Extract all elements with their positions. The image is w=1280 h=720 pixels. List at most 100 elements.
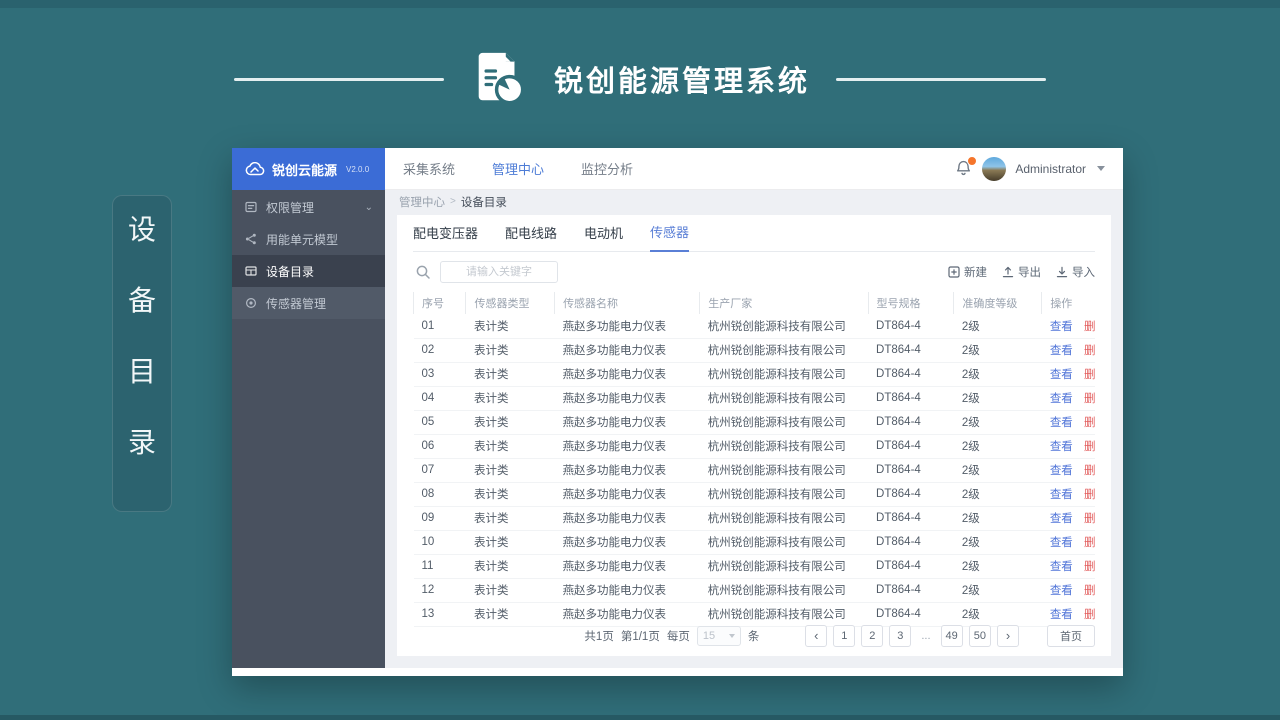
delete-link[interactable]: 删除: [1084, 369, 1095, 381]
sidebar-item-sensor-management[interactable]: 传感器管理: [232, 287, 385, 319]
delete-link[interactable]: 删除: [1084, 561, 1095, 573]
cell-sensor-name: 燕赵多功能电力仪表: [554, 554, 700, 579]
cell-manufacturer: 杭州锐创能源科技有限公司: [699, 386, 869, 411]
nav-item-management-center[interactable]: 管理中心: [492, 159, 544, 178]
cell-model: DT864-4: [868, 410, 954, 435]
banner-right-line: [836, 77, 1046, 81]
tab-distribution-transformer[interactable]: 配电变压器: [413, 223, 478, 251]
view-link[interactable]: 查看: [1050, 369, 1073, 381]
cell-model: DT864-4: [868, 338, 954, 363]
cell-actions: 查看 删除: [1041, 482, 1095, 507]
sidebar-item-energy-unit-model[interactable]: 用能单元模型: [232, 223, 385, 255]
user-caret-down-icon[interactable]: [1097, 166, 1105, 171]
cell-sensor-name: 燕赵多功能电力仪表: [554, 434, 700, 459]
notification-bell-icon[interactable]: [955, 155, 978, 178]
view-link[interactable]: 查看: [1050, 441, 1073, 453]
cell-manufacturer: 杭州锐创能源科技有限公司: [699, 554, 869, 579]
first-page-button[interactable]: 首页: [1047, 625, 1095, 647]
view-link[interactable]: 查看: [1050, 345, 1073, 357]
cell-model: DT864-4: [868, 314, 954, 339]
next-page-button[interactable]: ›: [997, 625, 1019, 647]
delete-link[interactable]: 删除: [1084, 513, 1095, 525]
view-link[interactable]: 查看: [1050, 609, 1073, 621]
cell-actions: 查看 删除: [1041, 338, 1095, 363]
import-button[interactable]: 导入: [1056, 264, 1095, 280]
view-link[interactable]: 查看: [1050, 465, 1073, 477]
table-row: 06 表计类 燕赵多功能电力仪表 杭州锐创能源科技有限公司 DT864-4 2级…: [413, 434, 1095, 459]
grid-table-icon: [244, 265, 257, 278]
view-link[interactable]: 查看: [1050, 417, 1073, 429]
import-button-label: 导入: [1072, 267, 1095, 279]
tab-distribution-line[interactable]: 配电线路: [505, 223, 557, 251]
delete-link[interactable]: 删除: [1084, 537, 1095, 549]
share-nodes-icon: [244, 233, 257, 246]
breadcrumb-parent[interactable]: 管理中心: [399, 194, 445, 210]
nav-item-collection-system[interactable]: 采集系统: [403, 159, 455, 178]
prev-page-button[interactable]: ‹: [805, 625, 828, 647]
sensor-table: 序号 传感器类型 传感器名称 生产厂家 型号规格 准确度等级 操作 01 表计类…: [412, 292, 1095, 627]
tab-sensor[interactable]: 传感器: [650, 222, 690, 252]
cell-actions: 查看 删除: [1041, 554, 1095, 579]
cell-actions: 查看 删除: [1041, 314, 1095, 339]
cell-accuracy: 2级: [953, 434, 1042, 459]
cell-manufacturer: 杭州锐创能源科技有限公司: [699, 410, 869, 435]
app-window: 锐创云能源 V2.0.0 权限管理 ⌄ 用能单元模型 设备目录 传感器管理 采集…: [232, 148, 1123, 676]
cell-no: 05: [413, 410, 466, 435]
delete-link[interactable]: 删除: [1084, 489, 1095, 501]
username[interactable]: Administrator: [1015, 162, 1086, 176]
delete-link[interactable]: 删除: [1084, 417, 1095, 429]
cell-accuracy: 2级: [953, 362, 1042, 387]
nav-item-monitoring-analysis[interactable]: 监控分析: [581, 159, 633, 178]
view-link[interactable]: 查看: [1050, 321, 1073, 333]
delete-link[interactable]: 删除: [1084, 441, 1095, 453]
avatar[interactable]: [982, 156, 1007, 181]
page-button-50[interactable]: 50: [968, 625, 991, 647]
view-link[interactable]: 查看: [1050, 585, 1073, 597]
document-piechart-logo-icon: [478, 52, 525, 105]
delete-link[interactable]: 删除: [1084, 321, 1095, 333]
table-row: 07 表计类 燕赵多功能电力仪表 杭州锐创能源科技有限公司 DT864-4 2级…: [413, 458, 1095, 483]
delete-link[interactable]: 删除: [1084, 465, 1095, 477]
cell-model: DT864-4: [868, 530, 954, 555]
cell-no: 03: [413, 362, 466, 387]
page-button-49[interactable]: 49: [940, 625, 963, 647]
export-arrow-up-icon: [1002, 266, 1014, 278]
cell-actions: 查看 删除: [1041, 386, 1095, 411]
view-link[interactable]: 查看: [1050, 561, 1073, 573]
sidebar: 锐创云能源 V2.0.0 权限管理 ⌄ 用能单元模型 设备目录 传感器管理: [232, 148, 385, 668]
cell-model: DT864-4: [868, 554, 954, 579]
banner-left-line: [233, 77, 444, 81]
export-button[interactable]: 导出: [1002, 264, 1041, 280]
tab-electric-motor[interactable]: 电动机: [584, 223, 623, 251]
tab-bar: 配电变压器 配电线路 电动机 传感器: [413, 215, 1095, 252]
view-link[interactable]: 查看: [1050, 489, 1073, 501]
breadcrumb-current: 设备目录: [460, 196, 507, 209]
new-button[interactable]: 新建: [948, 264, 987, 280]
sidebar-item-device-catalog[interactable]: 设备目录: [232, 255, 385, 287]
page-button-1[interactable]: 1: [833, 625, 856, 647]
breadcrumb-separator: >: [450, 196, 456, 207]
sidebar-item-permissions[interactable]: 权限管理 ⌄: [232, 191, 385, 223]
cell-actions: 查看 删除: [1041, 434, 1095, 459]
delete-link[interactable]: 删除: [1084, 345, 1095, 357]
delete-link[interactable]: 删除: [1084, 609, 1095, 621]
top-band: [0, 0, 1280, 8]
cell-sensor-type: 表计类: [465, 554, 555, 579]
cell-no: 11: [413, 554, 466, 579]
cell-sensor-type: 表计类: [465, 338, 555, 363]
chevron-down-icon: ⌄: [364, 201, 373, 213]
view-link[interactable]: 查看: [1050, 393, 1073, 405]
delete-link[interactable]: 删除: [1084, 393, 1095, 405]
cell-no: 07: [413, 458, 466, 483]
per-page-select[interactable]: 15: [696, 626, 741, 646]
table-row: 11 表计类 燕赵多功能电力仪表 杭州锐创能源科技有限公司 DT864-4 2级…: [413, 554, 1095, 579]
per-page-label: 每页: [666, 631, 690, 643]
table-row: 05 表计类 燕赵多功能电力仪表 杭州锐创能源科技有限公司 DT864-4 2级…: [413, 410, 1095, 435]
page-button-2[interactable]: 2: [861, 625, 884, 647]
delete-link[interactable]: 删除: [1084, 585, 1095, 597]
view-link[interactable]: 查看: [1050, 513, 1073, 525]
page-button-3[interactable]: 3: [889, 625, 912, 647]
search-input[interactable]: [440, 261, 558, 283]
vertical-section-label: 设 备 目 录: [112, 195, 172, 512]
view-link[interactable]: 查看: [1050, 537, 1073, 549]
